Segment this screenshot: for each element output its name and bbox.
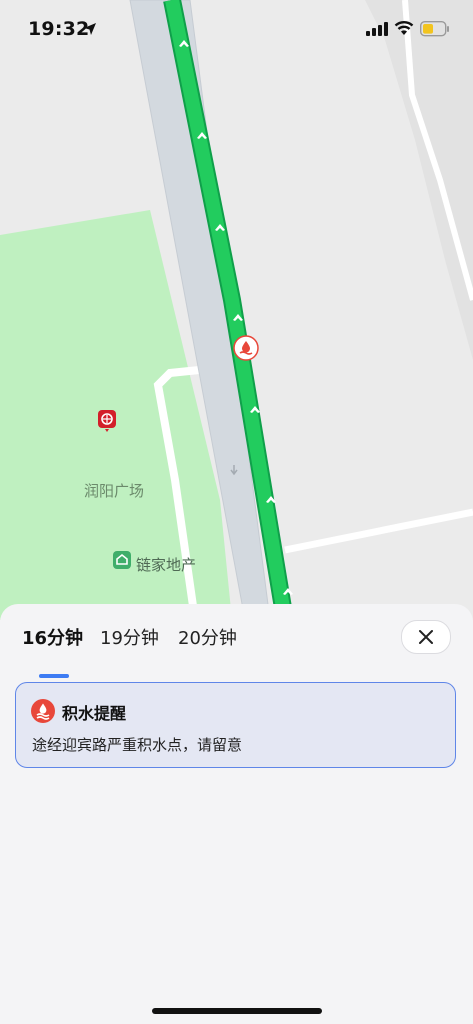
- navigation-screen: 润阳广场 链家地产 19:32 16分钟 19分钟 20分钟 积水提醒 途经迎宾…: [0, 0, 473, 1024]
- water-logging-icon: [31, 699, 55, 723]
- map-canvas[interactable]: [0, 0, 473, 620]
- tab-route-1[interactable]: 16分钟: [22, 624, 83, 650]
- route-sheet: 16分钟 19分钟 20分钟 积水提醒 途经迎宾路严重积水点，请留意: [0, 604, 473, 1024]
- tab-route-3[interactable]: 20分钟: [178, 624, 237, 650]
- map-view[interactable]: 润阳广场 链家地产: [0, 0, 473, 620]
- status-time: 19:32: [28, 18, 90, 40]
- close-icon: [419, 630, 433, 644]
- water-alert-marker-icon[interactable]: [233, 335, 259, 361]
- unicom-poi-icon[interactable]: [97, 409, 117, 433]
- battery-icon: [420, 21, 449, 37]
- realestate-label[interactable]: 链家地产: [136, 554, 196, 575]
- cellular-signal-icon: [366, 22, 388, 36]
- plaza-label[interactable]: 润阳广场: [84, 480, 144, 501]
- realestate-poi-icon[interactable]: [113, 551, 131, 571]
- tab-route-2[interactable]: 19分钟: [100, 624, 159, 650]
- alert-title: 积水提醒: [62, 704, 127, 723]
- close-button[interactable]: [401, 620, 451, 654]
- home-indicator[interactable]: [152, 1008, 322, 1014]
- status-bar: 19:32: [0, 0, 473, 60]
- alert-message: 途经迎宾路严重积水点，请留意: [32, 736, 243, 754]
- water-alert-card[interactable]: 积水提醒 途经迎宾路严重积水点，请留意: [15, 682, 456, 768]
- active-tab-indicator: [39, 674, 69, 678]
- wifi-icon: [394, 21, 414, 35]
- location-arrow-icon: [84, 23, 96, 35]
